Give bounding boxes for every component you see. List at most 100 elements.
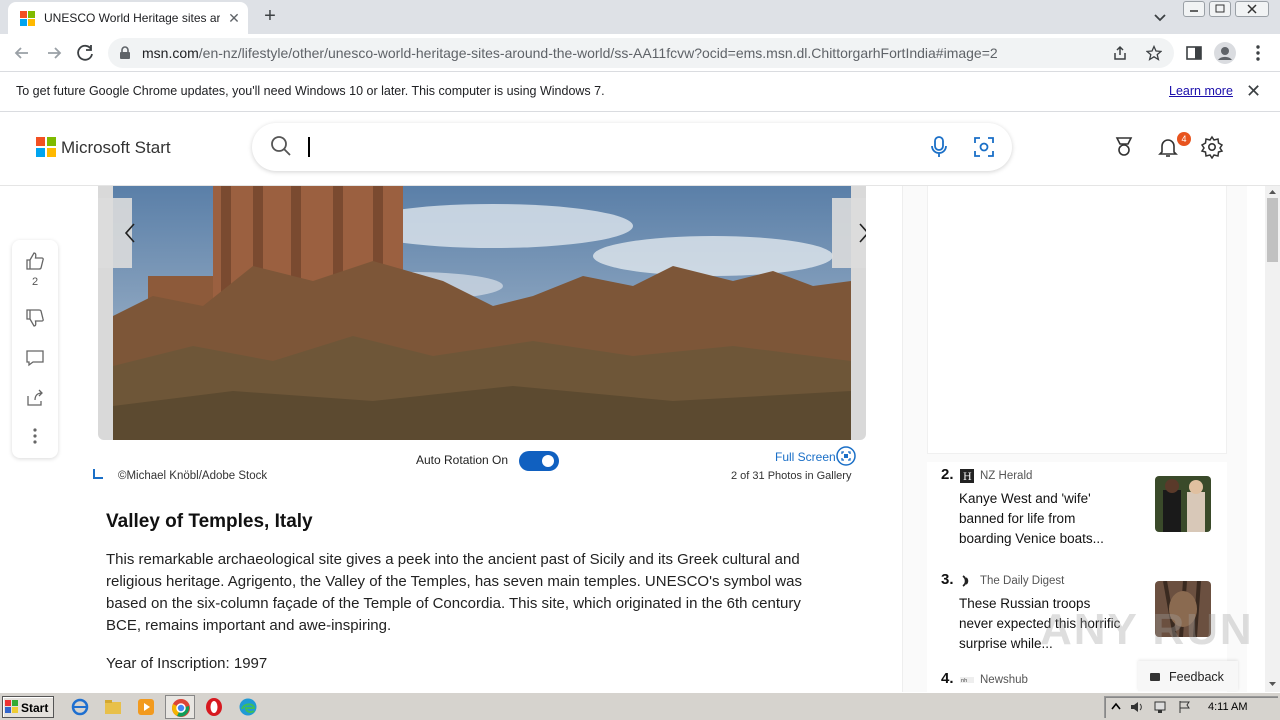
share-icon[interactable] (25, 388, 45, 408)
file-explorer-icon[interactable] (103, 697, 123, 717)
share-icon[interactable] (1112, 45, 1128, 61)
chevron-left-icon (124, 223, 135, 243)
full-screen-link[interactable]: Full Screen (775, 450, 836, 464)
valley-of-temples-image (113, 186, 851, 440)
nz-herald-logo-icon: H (960, 469, 974, 483)
url-text: msn.com/en-nz/lifestyle/other/unesco-wor… (142, 45, 998, 61)
windows-logo-icon (5, 700, 18, 713)
opera-icon[interactable] (204, 697, 224, 717)
scroll-up-icon[interactable] (1268, 188, 1277, 196)
tab-title: UNESCO World Heritage sites around the w… (44, 11, 220, 25)
news-thumbnail (1155, 476, 1211, 532)
auto-rotation-label: Auto Rotation On (416, 453, 509, 467)
network-icon[interactable] (1153, 700, 1169, 714)
infobar-close-icon[interactable]: ✕ (1246, 81, 1261, 102)
menu-kebab-icon[interactable] (1251, 43, 1265, 63)
back-icon[interactable] (9, 40, 35, 66)
profile-avatar-icon[interactable] (1213, 41, 1237, 65)
brand-name[interactable]: Microsoft Start (61, 138, 171, 158)
start-button[interactable]: Start (2, 696, 54, 718)
previous-photo-button[interactable] (98, 198, 135, 268)
news-item[interactable]: 2. H NZ Herald Kanye West and 'wife' ban… (927, 462, 1227, 562)
ad-slot (927, 186, 1227, 454)
svg-text:H: H (963, 472, 972, 483)
photo-credit: ©Michael Knöbl/Adobe Stock (118, 470, 268, 482)
visual-search-icon[interactable] (972, 135, 996, 159)
feedback-button[interactable]: Feedback (1138, 661, 1238, 691)
tab-close-icon[interactable]: ✕ (224, 8, 244, 28)
rewards-icon[interactable] (1112, 135, 1136, 159)
lock-icon[interactable] (118, 46, 132, 60)
news-rank: 4. (941, 670, 954, 687)
gallery-count: 2 of 31 Photos in Gallery (731, 470, 852, 482)
like-icon[interactable] (25, 251, 45, 271)
maximize-button[interactable] (1209, 1, 1231, 17)
chevron-down-icon[interactable] (1150, 7, 1170, 27)
article-title: Valley of Temples, Italy (106, 511, 313, 532)
scroll-down-icon[interactable] (1268, 680, 1277, 688)
trending-news-list: 2. H NZ Herald Kanye West and 'wife' ban… (927, 462, 1227, 692)
side-panel-icon[interactable] (1185, 44, 1203, 62)
address-bar[interactable]: msn.com/en-nz/lifestyle/other/unesco-wor… (108, 38, 1174, 68)
infobar-message: To get future Google Chrome updates, you… (16, 84, 605, 98)
comment-icon[interactable] (25, 348, 45, 368)
search-input[interactable] (252, 123, 1012, 171)
start-label: Start (21, 701, 49, 715)
toggle-knob (542, 455, 554, 467)
update-infobar: To get future Google Chrome updates, you… (0, 72, 1280, 112)
reload-icon[interactable] (73, 40, 99, 66)
msn-header: Microsoft Start 4 (0, 113, 1280, 186)
page-scrollbar[interactable] (1265, 186, 1280, 692)
credit-marker-icon (93, 469, 103, 479)
settings-gear-icon[interactable] (1200, 135, 1224, 159)
internet-explorer-icon[interactable] (70, 697, 90, 717)
learn-more-link[interactable]: Learn more (1169, 84, 1233, 98)
forward-icon[interactable] (41, 40, 67, 66)
search-icon (271, 136, 291, 156)
new-tab-button[interactable]: + (258, 5, 282, 29)
system-tray (1104, 696, 1278, 718)
windows-taskbar: Start 4:11 AM (0, 692, 1280, 720)
tab-strip: UNESCO World Heritage sites around the w… (0, 0, 1280, 34)
inscription-year: Year of Inscription: 1997 (106, 655, 268, 672)
scrollbar-thumb[interactable] (1267, 198, 1278, 262)
minimize-button[interactable] (1183, 1, 1205, 17)
chrome-icon (172, 699, 190, 717)
msn-favicon-icon (20, 11, 36, 27)
reaction-rail: 2 (12, 240, 58, 458)
taskbar-clock[interactable]: 4:11 AM (1208, 701, 1248, 713)
window-close-button[interactable] (1235, 1, 1269, 17)
full-screen-icon[interactable] (836, 446, 856, 466)
gallery-photo[interactable] (98, 186, 866, 440)
volume-icon[interactable] (1129, 700, 1145, 714)
news-source: The Daily Digest (980, 575, 1065, 587)
media-player-icon[interactable] (136, 697, 156, 717)
chrome-taskbar-button[interactable] (165, 695, 195, 719)
action-center-flag-icon[interactable] (1177, 700, 1193, 714)
news-headline: Kanye West and 'wife' banned for life fr… (959, 491, 1104, 546)
edge-icon[interactable] (238, 697, 258, 717)
microphone-icon[interactable] (928, 135, 950, 159)
article-body: This remarkable archaeological site give… (106, 551, 802, 634)
daily-digest-logo-icon (962, 575, 969, 587)
star-icon[interactable] (1146, 45, 1162, 61)
browser-tab[interactable]: UNESCO World Heritage sites around the w… (8, 2, 248, 34)
like-count: 2 (31, 276, 39, 288)
dislike-icon[interactable] (25, 308, 45, 328)
show-hidden-icons-icon[interactable] (1111, 701, 1121, 713)
auto-rotation-toggle[interactable] (519, 451, 559, 471)
next-photo-button[interactable] (832, 198, 866, 268)
news-rank: 2. (941, 466, 954, 483)
notification-badge: 4 (1177, 132, 1191, 146)
svg-text:nh: nh (961, 678, 967, 684)
chevron-right-icon (859, 223, 866, 243)
microsoft-logo-icon[interactable] (36, 137, 56, 157)
browser-toolbar: msn.com/en-nz/lifestyle/other/unesco-wor… (0, 34, 1280, 72)
news-source: Newshub (980, 674, 1028, 686)
more-options-icon[interactable] (25, 426, 45, 446)
feedback-label: Feedback (1169, 670, 1224, 684)
feedback-icon (1150, 673, 1160, 681)
newshub-logo-icon: nh (960, 677, 974, 684)
news-source: NZ Herald (980, 470, 1033, 482)
news-rank: 3. (941, 571, 954, 588)
